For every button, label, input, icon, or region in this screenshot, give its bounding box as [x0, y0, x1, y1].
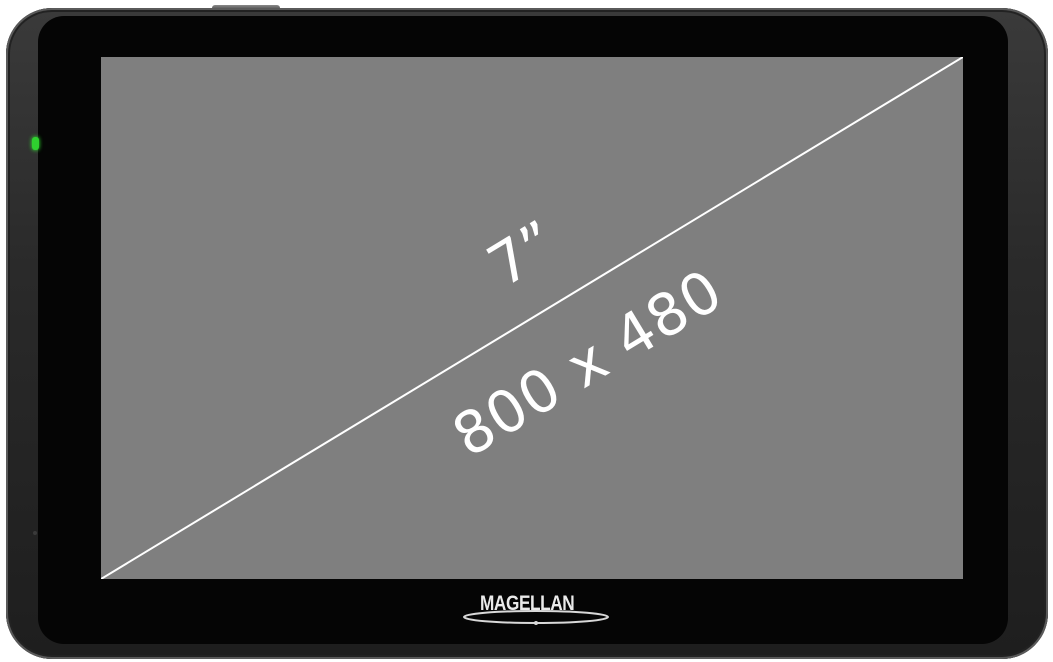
diagonal-line — [101, 57, 963, 579]
power-led-icon — [32, 137, 39, 150]
microphone-hole — [33, 531, 37, 535]
touch-screen[interactable]: 7” 800 x 480 — [101, 57, 963, 579]
magellan-logo: MAGELLAN — [462, 590, 612, 630]
brand-name: MAGELLAN — [480, 592, 575, 615]
